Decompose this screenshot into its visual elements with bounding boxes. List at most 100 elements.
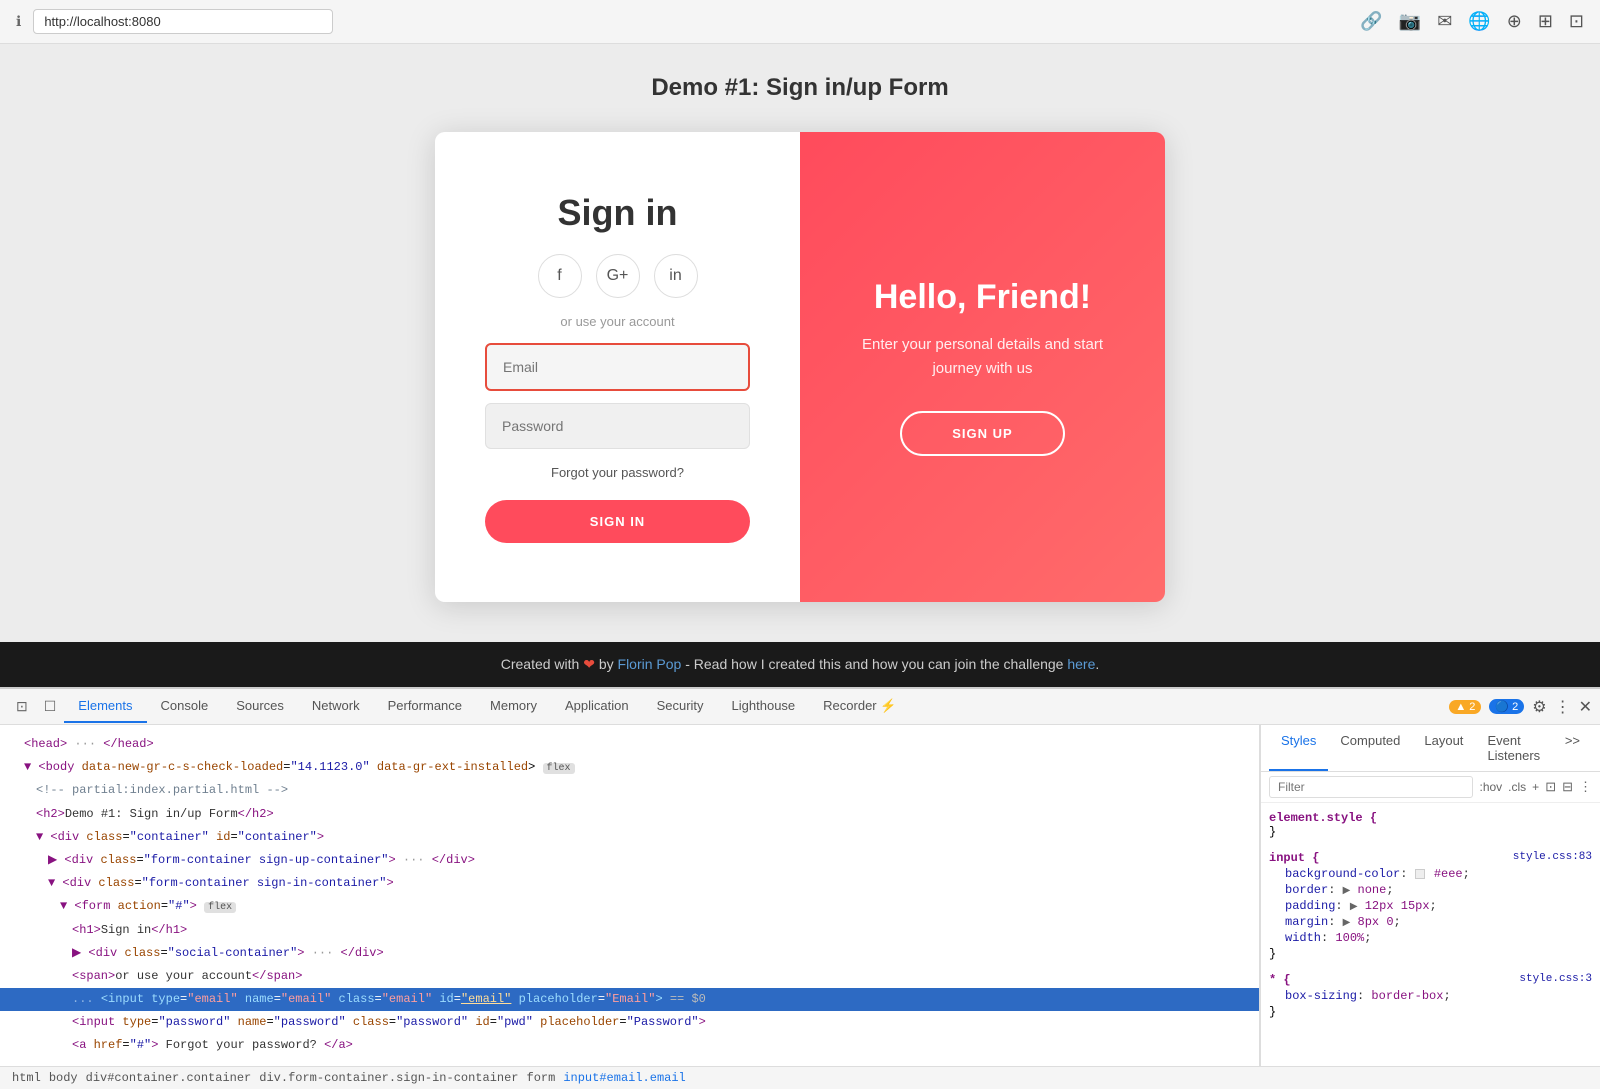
here-link[interactable]: here [1067, 656, 1095, 672]
page-content: Demo #1: Sign in/up Form Sign in f G+ in… [0, 44, 1600, 642]
devtools-close-icon[interactable]: ✕ [1579, 697, 1592, 717]
tab-performance[interactable]: Performance [374, 690, 476, 723]
tab-more-styles[interactable]: >> [1553, 725, 1592, 771]
sign-in-button[interactable]: SIGN IN [485, 500, 750, 543]
style-prop-width: width: 100%; [1269, 931, 1592, 945]
styles-filter-toolbar: :hov .cls + ⊡ ⊟ ⋮ [1261, 772, 1600, 803]
hello-description: Enter your personal details and start jo… [850, 333, 1115, 381]
sign-up-button[interactable]: SIGN UP [900, 411, 1064, 456]
url-bar[interactable]: http://localhost:8080 [33, 9, 333, 34]
facebook-button[interactable]: f [538, 254, 582, 298]
breadcrumb-input[interactable]: input#email.email [563, 1071, 685, 1085]
page-title: Demo #1: Sign in/up Form [651, 74, 948, 102]
google-plus-button[interactable]: G+ [596, 254, 640, 298]
footer-text-prefix: Created with [501, 656, 580, 672]
style-prop-bg: background-color: #eee; [1269, 867, 1592, 881]
filter-cls[interactable]: .cls [1508, 780, 1526, 794]
add-style-button[interactable]: + [1532, 780, 1539, 794]
globe-icon[interactable]: 🌐 [1468, 11, 1490, 32]
html-line: ▶ <div class="social-container"> ··· </d… [0, 942, 1259, 965]
tab-recorder[interactable]: Recorder ⚡ [809, 690, 910, 724]
plus-icon[interactable]: ⊕ [1507, 11, 1522, 32]
breadcrumb-form[interactable]: form [527, 1071, 556, 1085]
style-prop-padding: padding: ▶ 12px 15px; [1269, 899, 1592, 913]
styles-filter-input[interactable] [1269, 776, 1473, 798]
link-icon[interactable]: 🔗 [1360, 11, 1382, 32]
style-prop-boxsizing: box-sizing: border-box; [1269, 989, 1592, 1003]
grid-icon[interactable]: ⊞ [1538, 11, 1553, 32]
footer-text-mid: by [599, 656, 614, 672]
camera-icon[interactable]: 📷 [1399, 11, 1421, 32]
tab-sources[interactable]: Sources [222, 690, 298, 723]
html-line: ▼ <body data-new-gr-c-s-check-loaded="14… [0, 756, 1259, 779]
style-prop-border: border: ▶ none; [1269, 883, 1592, 897]
footer-dot: . [1095, 656, 1099, 672]
breadcrumb-container[interactable]: div#container.container [86, 1071, 252, 1085]
breadcrumb-html[interactable]: html [12, 1071, 41, 1085]
social-icons-container: f G+ in [538, 254, 698, 298]
tab-application[interactable]: Application [551, 690, 643, 723]
devtools-settings-icon[interactable]: ⚙ [1532, 697, 1546, 717]
browser-toolbar: ℹ http://localhost:8080 🔗 📷 ✉ 🌐 ⊕ ⊞ ⊡ [0, 0, 1600, 44]
toggle-style-icon[interactable]: ⊟ [1562, 779, 1573, 795]
html-line: <h1>Sign in</h1> [0, 919, 1259, 942]
tab-lighthouse[interactable]: Lighthouse [718, 690, 810, 723]
facebook-icon: f [557, 267, 561, 285]
copy-style-icon[interactable]: ⊡ [1545, 779, 1556, 795]
breadcrumb-bar: html body div#container.container div.fo… [0, 1066, 1600, 1089]
linkedin-icon: in [669, 267, 681, 285]
tab-event-listeners[interactable]: Event Listeners [1475, 725, 1552, 771]
html-line: ▶ <div class="form-container sign-up-con… [0, 849, 1259, 872]
sign-up-panel: Hello, Friend! Enter your personal detai… [800, 132, 1165, 602]
styles-tabs-bar: Styles Computed Layout Event Listeners >… [1261, 725, 1600, 772]
breadcrumb-body[interactable]: body [49, 1071, 78, 1085]
breadcrumb-signin-container[interactable]: div.form-container.sign-in-container [259, 1071, 518, 1085]
sign-in-title: Sign in [558, 192, 678, 234]
expand-icon[interactable]: ⊡ [1569, 11, 1584, 32]
star-style-closing: } [1269, 1005, 1592, 1019]
filter-hov[interactable]: :hov [1479, 780, 1502, 794]
star-style-rule: * { style.css:3 box-sizing: border-box; … [1269, 973, 1592, 1019]
html-panel: <head> ··· </head> ▼ <body data-new-gr-c… [0, 725, 1260, 1066]
star-style-selector: * { style.css:3 [1269, 973, 1592, 987]
tab-memory[interactable]: Memory [476, 690, 551, 723]
html-line-selected[interactable]: ... <input type="email" name="email" cla… [0, 988, 1259, 1011]
html-line: ▼ <div class="container" id="container"> [0, 826, 1259, 849]
html-line: <input type="password" name="password" c… [0, 1011, 1259, 1034]
password-input[interactable] [485, 403, 750, 449]
more-style-icon[interactable]: ⋮ [1579, 779, 1592, 795]
devtools-right-icons: ▲ 2 🔵 2 ⚙ ⋮ ✕ [1449, 697, 1592, 717]
auth-card: Sign in f G+ in or use your account Forg… [435, 132, 1165, 602]
heart-icon: ❤ [583, 656, 595, 672]
devtools-tabs-bar: ⊡ ☐ Elements Console Sources Network Per… [0, 689, 1600, 725]
html-line: <span>or use your account</span> [0, 965, 1259, 988]
devtools-inspect-icon[interactable]: ☐ [36, 692, 65, 721]
style-prop-margin: margin: ▶ 8px 0; [1269, 915, 1592, 929]
linkedin-button[interactable]: in [654, 254, 698, 298]
html-line: <h2>Demo #1: Sign in/up Form</h2> [0, 803, 1259, 826]
devtools-cursor-icon[interactable]: ⊡ [8, 692, 36, 721]
tab-network[interactable]: Network [298, 690, 374, 723]
color-swatch[interactable] [1415, 869, 1425, 879]
author-link[interactable]: Florin Pop [618, 656, 682, 672]
input-style-closing: } [1269, 947, 1592, 961]
info-icon: ℹ [16, 13, 21, 30]
info-badge: 🔵 2 [1489, 699, 1524, 714]
devtools-main-content: <head> ··· </head> ▼ <body data-new-gr-c… [0, 725, 1600, 1066]
tab-layout[interactable]: Layout [1412, 725, 1475, 771]
email-input[interactable] [485, 343, 750, 391]
forgot-password-link[interactable]: Forgot your password? [551, 465, 684, 480]
tab-security[interactable]: Security [643, 690, 718, 723]
warning-badge: ▲ 2 [1449, 700, 1481, 714]
tab-elements[interactable]: Elements [64, 690, 146, 723]
tab-console[interactable]: Console [147, 690, 223, 723]
html-line: ▼ <div class="form-container sign-in-con… [0, 872, 1259, 895]
sign-in-panel: Sign in f G+ in or use your account Forg… [435, 132, 800, 602]
devtools-more-icon[interactable]: ⋮ [1555, 697, 1571, 717]
mail-icon[interactable]: ✉ [1437, 11, 1452, 32]
tab-computed[interactable]: Computed [1328, 725, 1412, 771]
devtools-panel: ⊡ ☐ Elements Console Sources Network Per… [0, 687, 1600, 1089]
input-style-selector: input { style.css:83 [1269, 851, 1592, 865]
use-account-text: or use your account [560, 314, 674, 329]
tab-styles[interactable]: Styles [1269, 725, 1328, 771]
